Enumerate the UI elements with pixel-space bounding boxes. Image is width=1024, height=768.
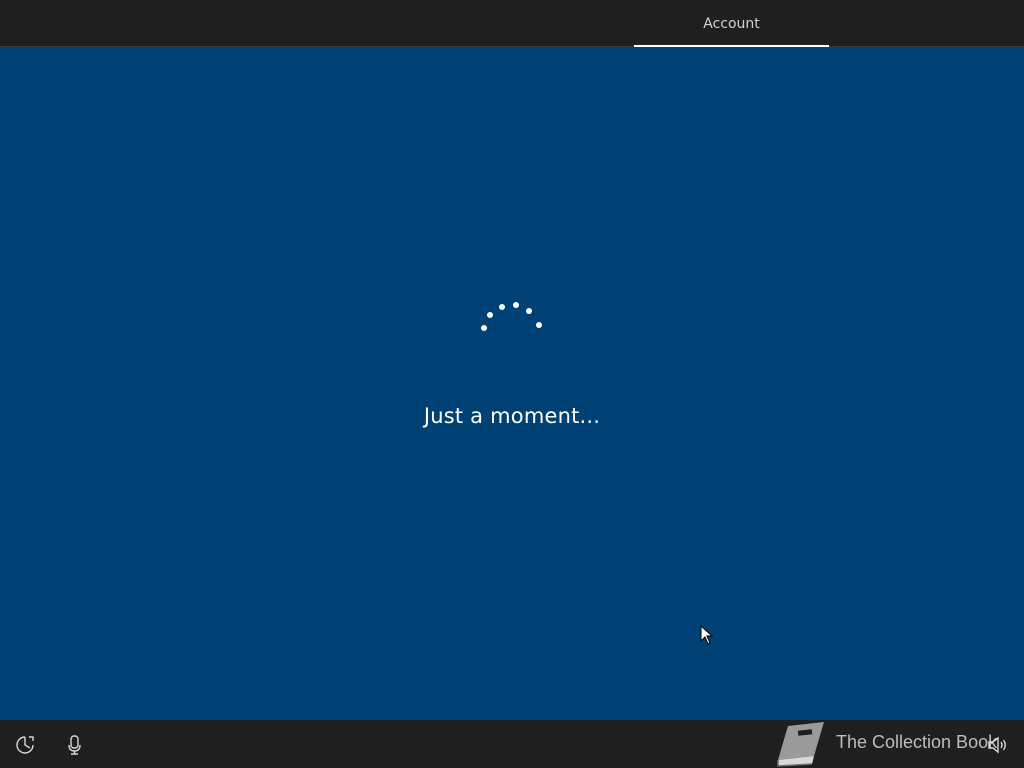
book-logo-icon [777, 722, 824, 767]
ease-of-access-icon [16, 736, 34, 754]
microphone-button[interactable] [64, 734, 86, 756]
volume-icon [988, 736, 1006, 754]
status-message: Just a moment... [423, 404, 601, 428]
watermark: The Collection Book [772, 720, 1002, 768]
top-bar: Account [0, 0, 1024, 47]
ease-of-access-button[interactable] [14, 734, 36, 756]
tab-account[interactable]: Account [634, 0, 829, 46]
loading-spinner-icon [481, 302, 542, 331]
bottom-bar: The Collection Book [0, 720, 1024, 768]
mouse-pointer-icon [700, 625, 714, 645]
microphone-icon [68, 735, 81, 755]
main-panel: Just a moment... [0, 47, 1024, 720]
watermark-text: The Collection Book [836, 732, 998, 752]
volume-button[interactable] [986, 734, 1008, 756]
